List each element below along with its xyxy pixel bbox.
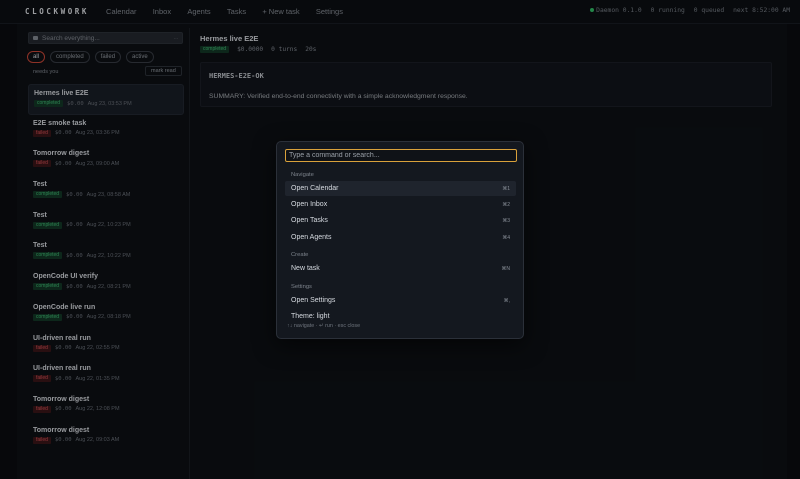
command-open-inbox[interactable]: Open Inbox ⌘2 xyxy=(285,197,516,212)
command-shortcut: ⌘, xyxy=(503,297,510,304)
command-shortcut: ⌘1 xyxy=(502,185,510,192)
command-label: Open Calendar xyxy=(291,185,339,192)
palette-footer-hint: ↑↓ navigate · ↵ run · esc close xyxy=(287,323,519,329)
command-shortcut: ⌘2 xyxy=(502,201,510,208)
group-label-navigate: Navigate xyxy=(291,172,314,178)
command-new-task[interactable]: New task ⌘N xyxy=(285,261,516,276)
command-open-calendar[interactable]: Open Calendar ⌘1 xyxy=(285,181,516,196)
command-theme-light[interactable]: Theme: light xyxy=(285,309,516,324)
command-open-agents[interactable]: Open Agents ⌘4 xyxy=(285,230,516,245)
command-label: Open Tasks xyxy=(291,217,328,224)
command-open-settings[interactable]: Open Settings ⌘, xyxy=(285,293,516,308)
command-search-input[interactable] xyxy=(285,149,517,162)
command-shortcut: ⌘3 xyxy=(502,217,510,224)
group-label-create: Create xyxy=(291,252,309,258)
command-label: New task xyxy=(291,265,320,272)
command-palette: Navigate Open Calendar ⌘1 Open Inbox ⌘2 … xyxy=(276,141,524,339)
command-shortcut: ⌘N xyxy=(501,265,510,272)
command-label: Open Inbox xyxy=(291,201,328,208)
command-shortcut: ⌘4 xyxy=(502,234,510,241)
command-open-tasks[interactable]: Open Tasks ⌘3 xyxy=(285,213,516,228)
command-label: Open Agents xyxy=(291,234,332,241)
group-label-settings: Settings xyxy=(291,284,312,290)
command-label: Theme: light xyxy=(291,313,330,320)
command-label: Open Settings xyxy=(291,297,336,304)
